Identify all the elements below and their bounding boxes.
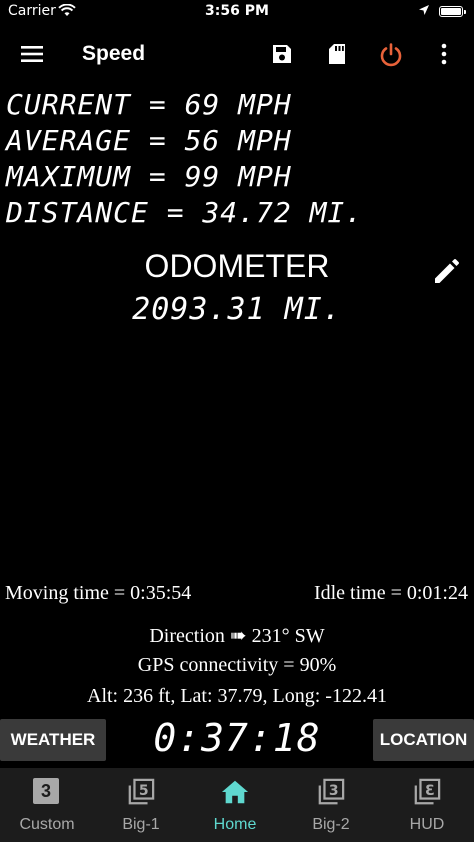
tab-label: Big-2 [312,816,350,833]
tab-label: HUD [409,816,445,833]
average-speed: AVERAGE = 56 MPH [6,124,292,157]
location-arrow-icon [419,5,429,15]
moving-time: Moving time = 0:35:54 [5,582,192,604]
stacked-number-icon: 3 [318,778,345,805]
current-speed: CURRENT = 69 MPH [6,88,292,121]
odometer-title: ODOMETER [144,248,330,284]
battery-icon [439,6,466,17]
trip-timer: 0:37:18 [153,716,321,760]
status-bar: Carrier 3:56 PM [0,0,474,24]
position-readout: Alt: 236 ft, Lat: 37.79, Long: -122.41 [87,685,387,707]
tab-home[interactable]: Home [188,768,282,842]
tab-label: Home [213,816,257,833]
status-time: 3:56 PM [205,3,269,19]
direction: Direction ➠ 231° SW [149,625,325,647]
home-icon [221,780,249,804]
app-bar: Speed [0,28,474,84]
idle-time: Idle time = 0:01:24 [313,582,468,604]
tab-label: Custom [19,816,75,833]
tab-big-2[interactable]: 3 Big-2 [284,768,378,842]
sd-card-icon[interactable] [326,42,348,66]
tab-hud[interactable]: 3 HUD [380,768,474,842]
power-icon[interactable] [378,42,404,68]
menu-icon[interactable] [20,44,44,64]
gps-connectivity: GPS connectivity = 90% [137,654,337,676]
edit-pencil-icon[interactable] [432,258,460,286]
trip-distance: DISTANCE = 34.72 MI. [6,196,364,229]
custom-number-icon: 3 [33,778,61,806]
svg-text:3: 3 [329,783,339,799]
tab-custom[interactable]: 3 Custom [0,768,94,842]
weather-button[interactable]: WEATHER [0,719,106,761]
location-button[interactable]: LOCATION [373,719,474,761]
page-title: Speed [82,42,146,65]
svg-text:5: 5 [139,783,149,799]
save-icon[interactable] [270,42,294,66]
odometer-value: 2093.31 MI. [132,292,342,327]
more-vert-icon[interactable] [438,42,450,66]
tab-bar: 3 Custom 5 Big-1 Home 3 Big-2 3 HUD [0,768,474,842]
maximum-speed: MAXIMUM = 99 MPH [6,160,292,193]
stacked-mirrored-number-icon: 3 [414,778,441,805]
stacked-number-icon: 5 [128,778,155,805]
svg-text:3: 3 [425,783,435,799]
tab-label: Big-1 [122,816,160,833]
tab-big-1[interactable]: 5 Big-1 [94,768,188,842]
